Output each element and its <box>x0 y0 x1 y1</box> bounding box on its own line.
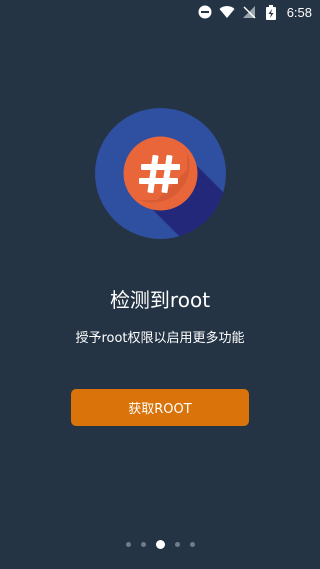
page-subtitle: 授予root权限以启用更多功能 <box>75 331 245 346</box>
root-hash-icon <box>95 108 226 239</box>
page-dot-active[interactable] <box>155 539 165 549</box>
page-dot[interactable] <box>140 541 146 547</box>
page-indicator <box>0 538 320 550</box>
do-not-disturb-icon <box>197 4 213 20</box>
battery-charging-icon <box>263 4 279 20</box>
get-root-button[interactable]: 获取ROOT <box>71 389 249 426</box>
status-bar: 6:58 <box>0 0 320 24</box>
page-dot[interactable] <box>125 541 131 547</box>
status-time: 6:58 <box>286 4 312 20</box>
wifi-icon <box>219 4 235 20</box>
hash-icon <box>95 108 226 239</box>
page-title: 检测到root <box>109 288 211 312</box>
page-dot[interactable] <box>189 541 195 547</box>
page-dot[interactable] <box>174 541 180 547</box>
no-signal-icon <box>241 4 257 20</box>
